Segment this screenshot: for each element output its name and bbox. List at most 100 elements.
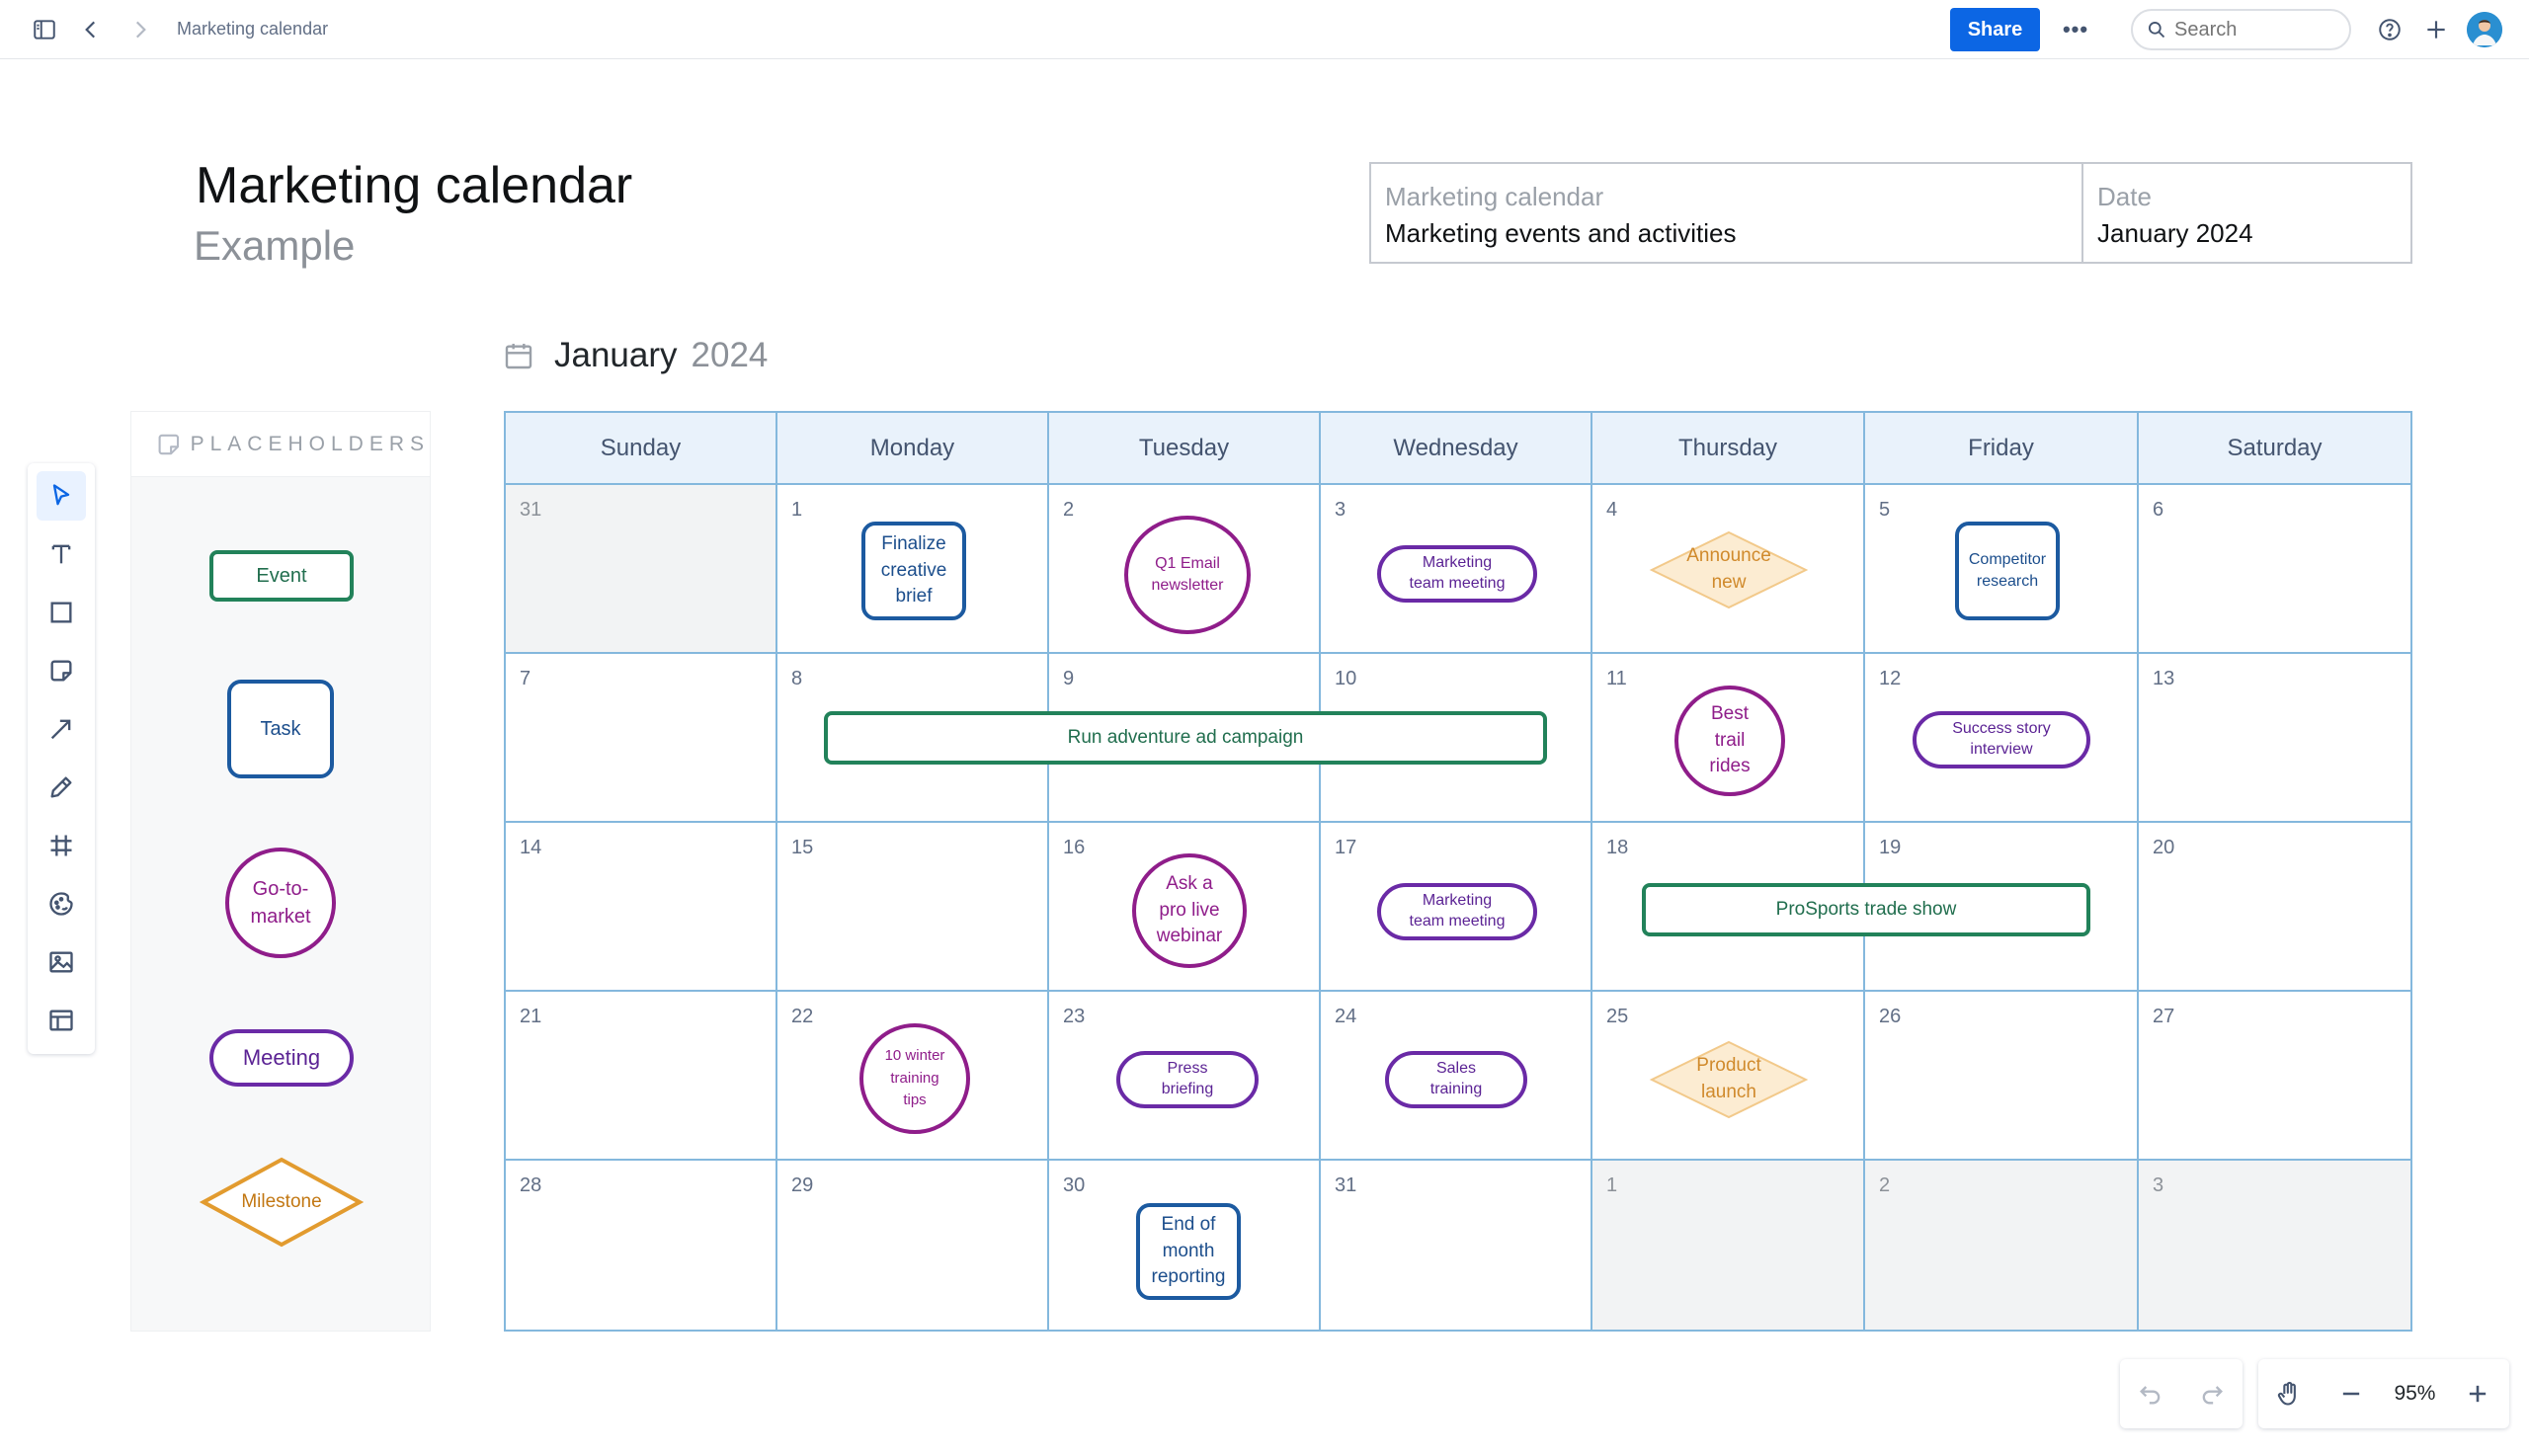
sticky-note-icon bbox=[158, 434, 180, 454]
search-icon bbox=[2149, 22, 2165, 39]
page-title: Marketing calendar bbox=[196, 157, 633, 214]
day-cell[interactable]: 2 bbox=[1865, 1161, 2139, 1330]
shape-tool-icon[interactable] bbox=[37, 588, 86, 637]
day-header-wednesday: Wednesday bbox=[1321, 413, 1592, 485]
meeting-sales-training[interactable]: Sales training bbox=[1385, 1051, 1527, 1108]
month-heading: January 2024 bbox=[503, 336, 768, 375]
day-header-saturday: Saturday bbox=[2139, 413, 2410, 485]
day-number: 2 bbox=[1879, 1174, 1891, 1196]
day-cell[interactable]: 29 bbox=[777, 1161, 1049, 1330]
month-year: 2024 bbox=[691, 336, 769, 374]
placeholder-milestone-label: Milestone bbox=[241, 1190, 322, 1212]
day-number: 31 bbox=[520, 499, 542, 521]
meeting-marketing-team-2[interactable]: Marketing team meeting bbox=[1377, 883, 1537, 940]
day-number: 9 bbox=[1063, 668, 1075, 689]
day-cell[interactable]: 27 bbox=[2139, 992, 2410, 1161]
milestone-announce-new[interactable]: Announce new bbox=[1648, 529, 1810, 610]
placeholder-go-to-market[interactable]: Go-to-market bbox=[225, 848, 336, 958]
create-plus-icon[interactable] bbox=[2420, 14, 2452, 45]
zoom-controls: 95% bbox=[2258, 1359, 2509, 1428]
task-finalize-brief[interactable]: Finalize creative brief bbox=[861, 522, 966, 620]
gtm-pro-live-webinar[interactable]: Ask a pro live webinar bbox=[1132, 853, 1247, 968]
day-number: 1 bbox=[1606, 1174, 1618, 1196]
redo-icon[interactable] bbox=[2192, 1374, 2232, 1414]
day-cell[interactable]: 20 bbox=[2139, 823, 2410, 992]
meeting-press-briefing[interactable]: Press briefing bbox=[1116, 1051, 1259, 1108]
zoom-in-icon[interactable] bbox=[2458, 1374, 2497, 1414]
info-cell-date[interactable]: Date January 2024 bbox=[2083, 164, 2410, 262]
day-cell[interactable]: 28 bbox=[506, 1161, 777, 1330]
template-tool-icon[interactable] bbox=[37, 996, 86, 1045]
day-number: 21 bbox=[520, 1006, 542, 1027]
connector-tool-icon[interactable] bbox=[37, 704, 86, 754]
top-bar: Marketing calendar Share ••• bbox=[0, 0, 2529, 59]
info-table[interactable]: Marketing calendar Marketing events and … bbox=[1369, 162, 2412, 264]
day-cell[interactable]: 7 bbox=[506, 654, 777, 823]
event-adventure-ad-campaign[interactable]: Run adventure ad campaign bbox=[824, 711, 1547, 765]
day-number: 25 bbox=[1606, 1006, 1629, 1027]
placeholder-meeting[interactable]: Meeting bbox=[209, 1029, 354, 1087]
day-number: 3 bbox=[1335, 499, 1346, 521]
zoom-level[interactable]: 95% bbox=[2394, 1382, 2435, 1406]
day-cell[interactable]: 3 bbox=[2139, 1161, 2410, 1330]
day-number: 16 bbox=[1063, 837, 1086, 858]
search-input[interactable] bbox=[2174, 18, 2323, 41]
help-icon[interactable] bbox=[2374, 14, 2406, 45]
day-number: 4 bbox=[1606, 499, 1618, 521]
day-header-monday: Monday bbox=[777, 413, 1049, 485]
day-cell[interactable]: 13 bbox=[2139, 654, 2410, 823]
frame-tool-icon[interactable] bbox=[37, 821, 86, 870]
day-number: 10 bbox=[1335, 668, 1357, 689]
search-box[interactable] bbox=[2131, 9, 2351, 50]
zoom-out-icon[interactable] bbox=[2331, 1374, 2371, 1414]
placeholder-event[interactable]: Event bbox=[209, 550, 354, 602]
placeholder-milestone[interactable]: Milestone bbox=[200, 1157, 364, 1248]
day-number: 23 bbox=[1063, 1006, 1086, 1027]
day-cell[interactable]: 15 bbox=[777, 823, 1049, 992]
hand-pan-icon[interactable] bbox=[2269, 1374, 2309, 1414]
user-avatar[interactable] bbox=[2467, 12, 2502, 47]
gtm-winter-training-tips[interactable]: 10 winter training tips bbox=[859, 1023, 970, 1134]
breadcrumb[interactable]: Marketing calendar bbox=[177, 19, 328, 40]
back-arrow-icon[interactable] bbox=[75, 14, 107, 45]
placeholders-header: PLACEHOLDERS bbox=[131, 412, 430, 477]
day-cell[interactable]: 21 bbox=[506, 992, 777, 1161]
task-month-end-reporting[interactable]: End of month reporting bbox=[1136, 1203, 1241, 1300]
image-tool-icon[interactable] bbox=[37, 937, 86, 987]
text-tool-icon[interactable] bbox=[37, 529, 86, 579]
day-cell[interactable]: 6 bbox=[2139, 485, 2410, 654]
day-number: 6 bbox=[2153, 499, 2164, 521]
day-cell[interactable]: 1 bbox=[1592, 1161, 1865, 1330]
day-cell[interactable]: 31 bbox=[506, 485, 777, 654]
event-prosports-trade-show[interactable]: ProSports trade show bbox=[1642, 883, 2090, 936]
pen-tool-icon[interactable] bbox=[37, 763, 86, 812]
forward-arrow-icon[interactable] bbox=[124, 14, 156, 45]
placeholder-task[interactable]: Task bbox=[227, 680, 334, 778]
day-number: 29 bbox=[791, 1174, 814, 1196]
calendar-icon bbox=[505, 344, 532, 369]
stamp-tool-icon[interactable] bbox=[37, 879, 86, 929]
sticky-note-tool-icon[interactable] bbox=[37, 646, 86, 695]
task-competitor-research[interactable]: Competitor research bbox=[1955, 522, 2060, 620]
meeting-success-story[interactable]: Success story interview bbox=[1913, 711, 2090, 768]
meeting-marketing-team-1[interactable]: Marketing team meeting bbox=[1377, 545, 1537, 603]
day-cell[interactable]: 31 bbox=[1321, 1161, 1592, 1330]
day-cell[interactable]: 26 bbox=[1865, 992, 2139, 1161]
page-subtitle: Example bbox=[194, 222, 356, 269]
share-button[interactable]: Share bbox=[1950, 8, 2040, 51]
day-number: 12 bbox=[1879, 668, 1902, 689]
select-tool-icon[interactable] bbox=[37, 471, 86, 521]
day-number: 22 bbox=[791, 1006, 814, 1027]
info-cell-calendar[interactable]: Marketing calendar Marketing events and … bbox=[1371, 164, 2083, 262]
more-options-button[interactable]: ••• bbox=[2058, 14, 2093, 45]
gtm-q1-newsletter[interactable]: Q1 Email newsletter bbox=[1124, 516, 1251, 634]
undo-icon[interactable] bbox=[2131, 1374, 2170, 1414]
info-label: Date bbox=[2097, 182, 2152, 211]
day-number: 13 bbox=[2153, 668, 2175, 689]
gtm-best-trail-rides[interactable]: Best trail rides bbox=[1674, 686, 1785, 796]
milestone-product-launch[interactable]: Product launch bbox=[1648, 1039, 1810, 1120]
day-header-tuesday: Tuesday bbox=[1049, 413, 1321, 485]
sidebar-toggle-icon[interactable] bbox=[29, 14, 60, 45]
day-number: 2 bbox=[1063, 499, 1075, 521]
day-cell[interactable]: 14 bbox=[506, 823, 777, 992]
